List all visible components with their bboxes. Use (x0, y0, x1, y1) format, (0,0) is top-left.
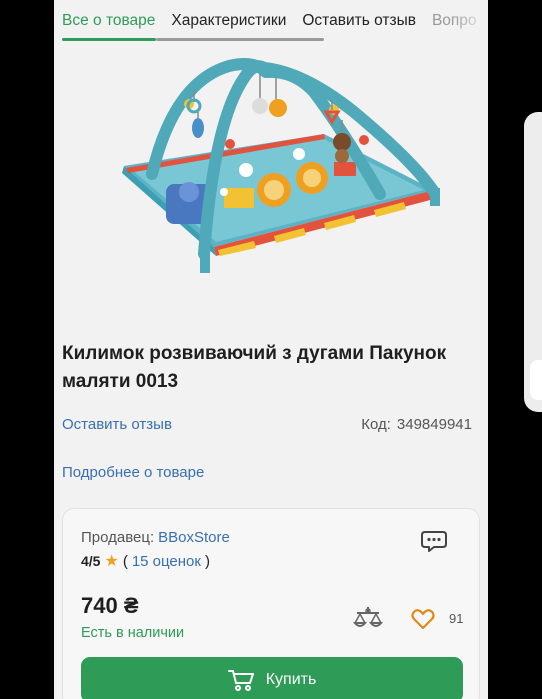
chat-bubble-icon[interactable] (421, 529, 449, 555)
price: 740 ₴ (81, 593, 139, 618)
tab-all-about-product[interactable]: Все о товаре (54, 0, 163, 42)
availability-status: Есть в наличии (81, 625, 185, 641)
seller-card: Продавец: BBoxStore 4/5 ★ ( 15 оценок ) 7… (62, 508, 480, 699)
product-image[interactable] (54, 42, 488, 310)
product-code: Код: 349849941 (361, 416, 472, 433)
reviews-close-paren: ) (204, 552, 210, 570)
tab-bar: Все о товаре Характеристики Оставить отз… (54, 0, 488, 42)
tab-fade-overlay (452, 0, 488, 42)
scroll-handle[interactable] (530, 360, 542, 400)
seller-label: Продавец: (81, 529, 155, 546)
seller-line: Продавец: BBoxStore (81, 529, 230, 546)
rating-value: 4/5 (81, 553, 101, 569)
product-page: Все о товаре Характеристики Оставить отз… (54, 0, 488, 699)
tab-leave-review[interactable]: Оставить отзыв (294, 0, 424, 42)
buy-button[interactable]: Купить (81, 657, 463, 699)
more-about-product-link[interactable]: Подробнее о товаре (62, 464, 204, 481)
buy-button-label: Купить (265, 671, 317, 688)
compare-scales-icon[interactable] (353, 605, 383, 631)
favorites-count: 91 (449, 611, 464, 626)
reviews-count-link[interactable]: 15 оценок (132, 553, 201, 570)
product-code-value: 349849941 (396, 416, 472, 433)
seller-name-link[interactable]: BBoxStore (158, 529, 230, 546)
tab-scroll-track (156, 38, 324, 41)
tab-characteristics[interactable]: Характеристики (163, 0, 294, 42)
star-icon: ★ (104, 553, 119, 570)
leave-review-link[interactable]: Оставить отзыв (62, 416, 172, 433)
reviews-open-paren: ( (122, 552, 128, 570)
cart-icon (227, 670, 254, 691)
product-code-label: Код: (361, 416, 391, 433)
active-tab-indicator (62, 38, 156, 41)
heart-icon[interactable] (411, 608, 435, 630)
product-title: Килимок розвиваючий з дугами Пакунок мал… (62, 343, 447, 392)
seller-rating: 4/5 ★ ( 15 оценок ) (81, 551, 210, 571)
